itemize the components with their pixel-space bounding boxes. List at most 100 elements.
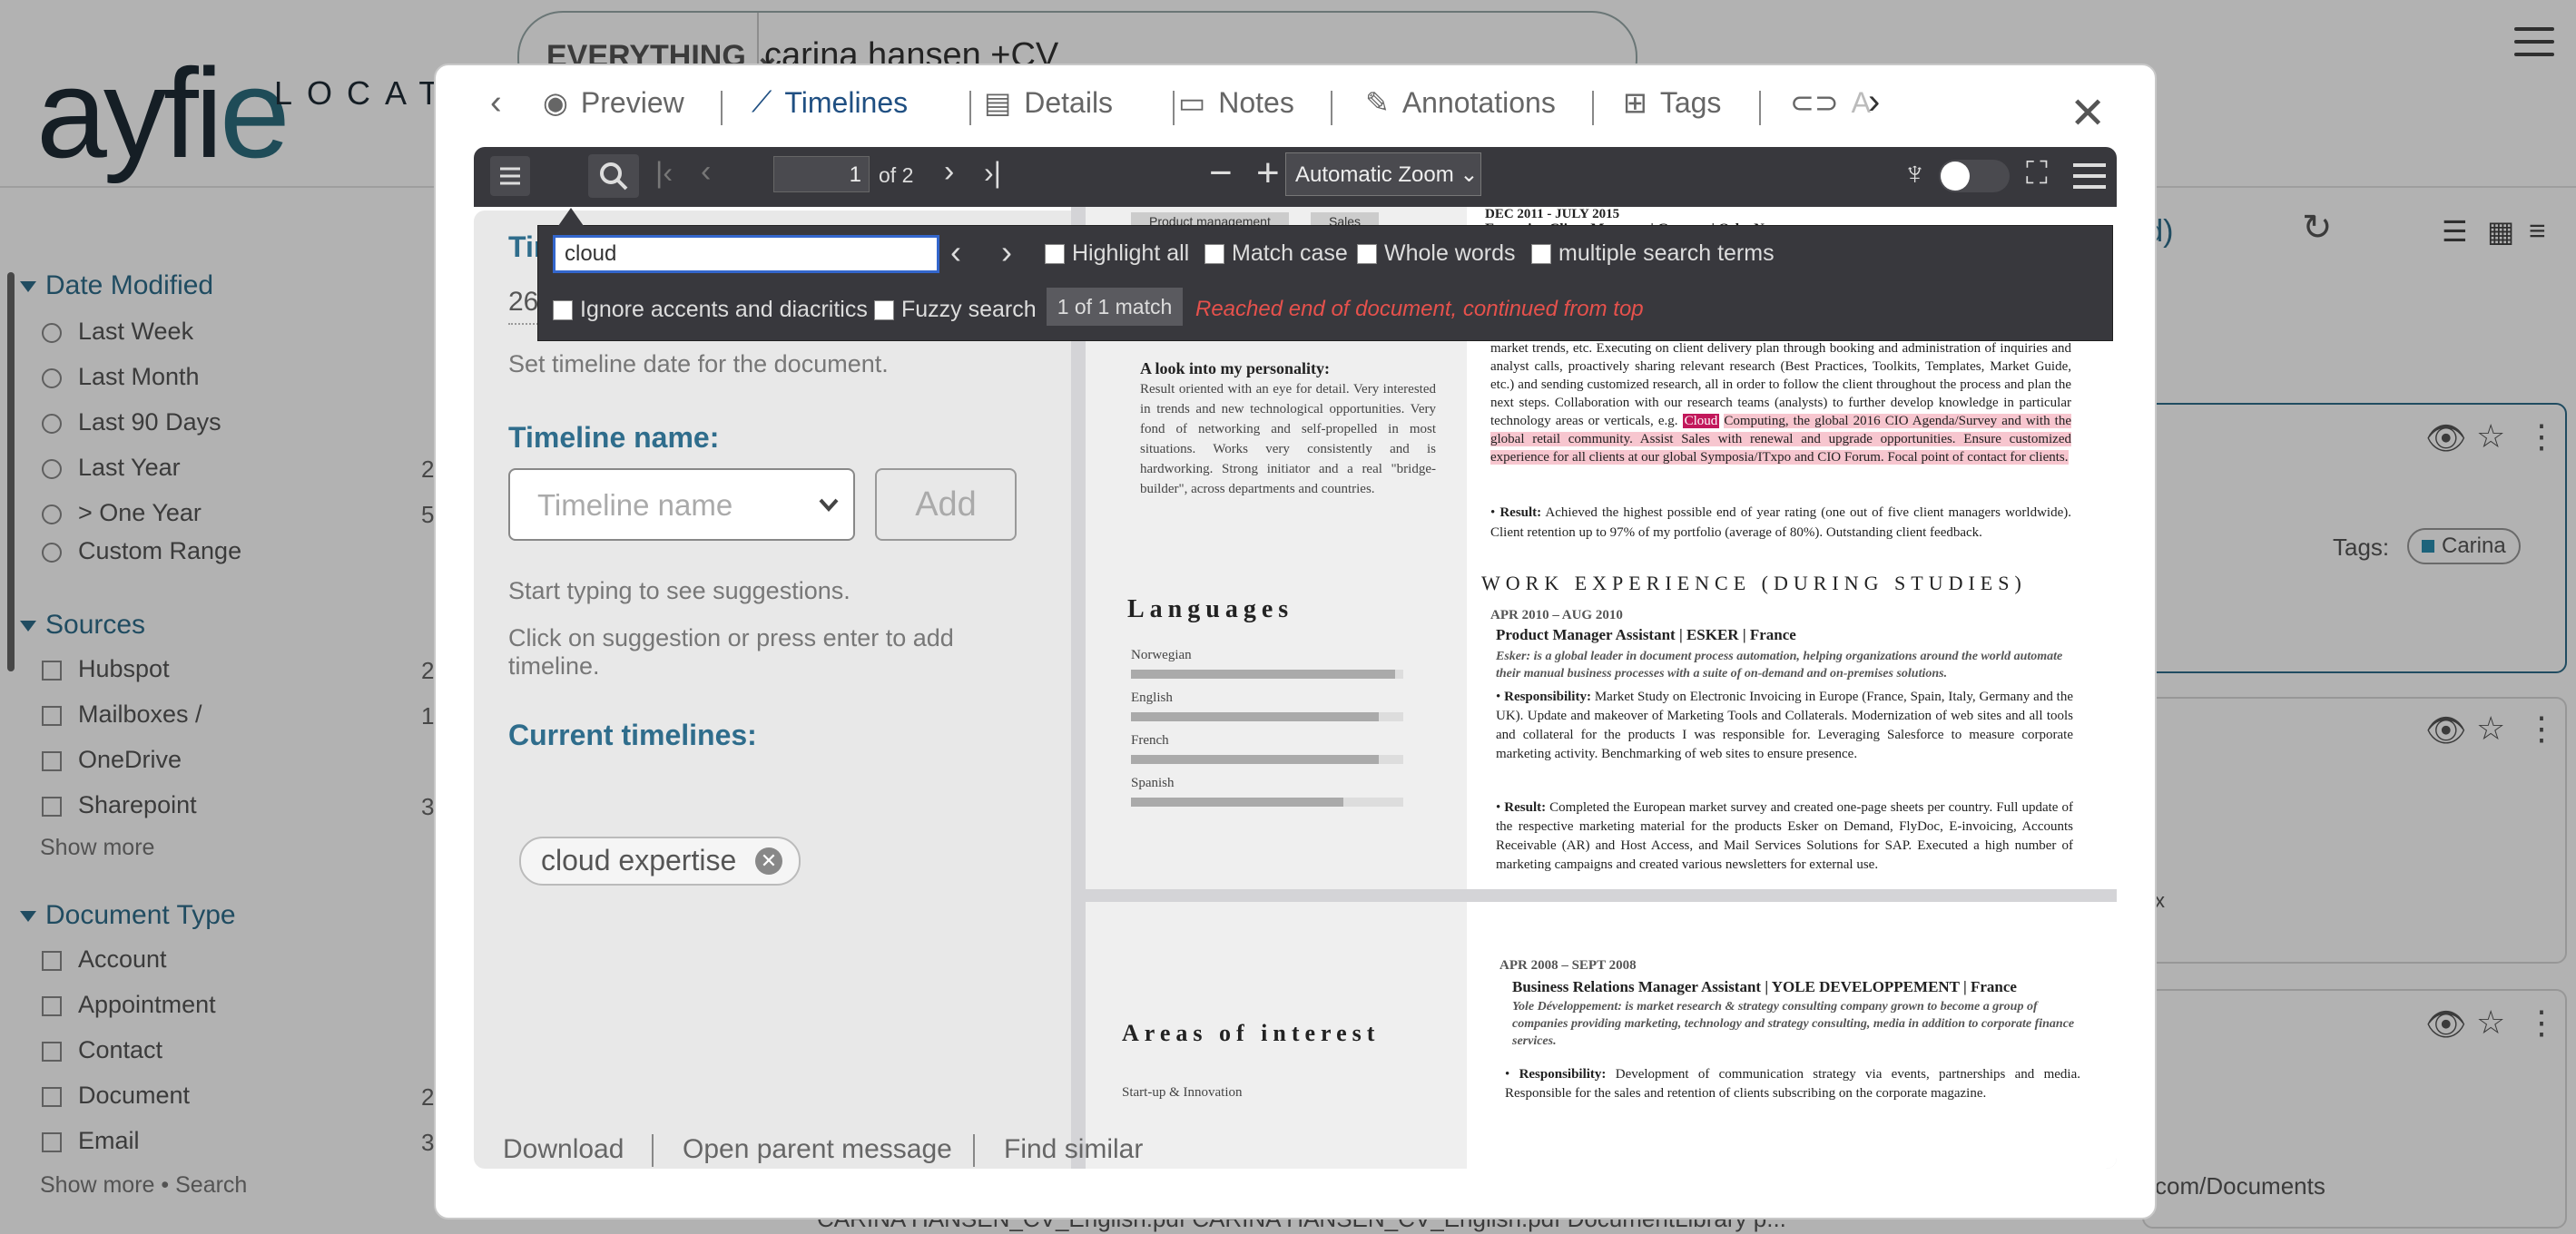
find-input[interactable]: cloud	[553, 235, 939, 273]
tab-separator	[1759, 91, 1761, 125]
highlighter-icon: ✎	[1365, 86, 1390, 119]
ignore-accents-checkbox[interactable]: Ignore accents and diacritics	[553, 297, 868, 323]
find-status-message: Reached end of document, continued from …	[1195, 297, 1644, 321]
last-page-icon[interactable]: ›|	[984, 156, 1001, 190]
find-next-icon[interactable]: ›	[1001, 233, 1012, 271]
language-bar-level	[1131, 712, 1379, 721]
search-highlight: Cloud	[1682, 414, 1720, 428]
tab-notes[interactable]: ▭ Notes	[1178, 85, 1294, 120]
tab-separator	[1331, 91, 1332, 125]
cv-responsibility-text: market trends, etc. Executing on client …	[1490, 341, 2071, 465]
pdf-find-bar: cloud ‹ › Highlight all Match case Whole…	[537, 208, 2113, 341]
find-toggle-icon[interactable]	[588, 154, 639, 198]
language-bar-level	[1131, 755, 1379, 764]
chevron-down-icon	[819, 498, 839, 512]
cv-languages-title: Languages	[1127, 595, 1294, 623]
language-name: Spanish	[1131, 776, 1175, 790]
eye-icon: ◉	[543, 86, 568, 119]
cv-work-responsibility: • Responsibility: Market Study on Electr…	[1496, 690, 2073, 761]
add-timeline-button[interactable]: Add	[875, 468, 1017, 541]
current-timelines-title: Current timelines:	[508, 719, 757, 751]
zoom-select[interactable]: Automatic Zoom ⌄	[1285, 152, 1481, 196]
language-name: English	[1131, 690, 1173, 705]
highlighter-icon[interactable]: ♆	[1903, 154, 1927, 192]
whole-words-checkbox[interactable]: Whole words	[1357, 240, 1516, 267]
timeline-name-input[interactable]: Timeline name	[508, 468, 808, 541]
cv-personality-text: Result oriented with an eye for detail. …	[1140, 382, 1436, 496]
pdf-page-2: Areas of interest Start-up & Innovation …	[1086, 902, 2117, 1169]
timeline-help-1: Start typing to see suggestions.	[508, 577, 850, 604]
tabs-next-icon[interactable]: ›	[1868, 82, 1880, 122]
page-total: of 2	[879, 163, 914, 187]
tools-menu-icon[interactable]	[2071, 160, 2108, 197]
timeline-chip: cloud expertise ✕	[519, 837, 801, 886]
tab-details[interactable]: ▤ Details	[984, 85, 1113, 120]
cv-work-dates: APR 2010 – AUG 2010	[1490, 608, 1623, 622]
pdf-toolbar: |‹ ‹ 1 of 2 › ›| − + Automatic Zoom ⌄ ♆ …	[474, 147, 2117, 207]
tab-separator	[969, 91, 971, 125]
note-icon: ▭	[1178, 86, 1206, 119]
tab-separator	[1592, 91, 1594, 125]
tab-separator	[1173, 91, 1175, 125]
first-page-icon[interactable]: |‹	[655, 156, 673, 190]
cv-work-result: • Result: Completed the European market …	[1496, 800, 2073, 872]
toggle-knob	[1941, 162, 1970, 191]
prev-page-icon[interactable]: ‹	[701, 154, 711, 190]
tab-annotations[interactable]: ✎ Annotations	[1365, 85, 1556, 120]
highlight-all-checkbox[interactable]: Highlight all	[1045, 240, 1189, 267]
timeline-name-title: Timeline name:	[508, 421, 720, 454]
cv-areas-title: Areas of interest	[1122, 1020, 1381, 1046]
document-icon: ▤	[984, 86, 1012, 119]
theme-toggle[interactable]	[1939, 160, 2010, 192]
cv-work-role: Product Manager Assistant | ESKER | Fran…	[1496, 626, 1796, 643]
footer-separator	[973, 1134, 975, 1167]
pdf-viewer[interactable]: Product management Sales A look into my …	[1071, 207, 2117, 1169]
cv-area-item: Start-up & Innovation	[1122, 1085, 1243, 1100]
find-similar-link[interactable]: Find similar	[1004, 1134, 1143, 1165]
timeline-icon: ⟋	[752, 85, 772, 118]
tab-attachments[interactable]: ⊂⊃ A	[1790, 85, 1871, 120]
match-case-checkbox[interactable]: Match case	[1204, 240, 1348, 267]
sidebar-toggle-icon[interactable]	[490, 156, 530, 196]
close-icon[interactable]: ✕	[2070, 93, 2106, 136]
language-bar-level	[1131, 798, 1343, 807]
timeline-help-2: Click on suggestion or press enter to ad…	[508, 624, 954, 680]
cv-job-dates: DEC 2011 - JULY 2015	[1485, 207, 1620, 221]
tab-separator	[721, 91, 723, 125]
zoom-in-icon[interactable]: +	[1256, 151, 1280, 196]
cv-job2-responsibility: • Responsibility: Development of communi…	[1505, 1067, 2081, 1101]
timeline-panel: Tir 26 Set timeline date for the documen…	[474, 211, 1071, 1169]
cv-work-desc: Esker: is a global leader in document pr…	[1496, 650, 2063, 681]
remove-chip-icon[interactable]: ✕	[755, 847, 782, 875]
language-name: Norwegian	[1131, 648, 1192, 662]
footer-separator	[652, 1134, 654, 1167]
tab-tags[interactable]: ⊞ Tags	[1623, 85, 1721, 120]
tab-preview[interactable]: ◉ Preview	[543, 85, 684, 120]
cv-work-title: WORK EXPERIENCE (DURING STUDIES)	[1481, 572, 2027, 594]
tabs-prev-icon[interactable]: ‹	[490, 83, 502, 122]
cv-personality-title: A look into my personality:	[1140, 359, 1331, 377]
fullscreen-icon[interactable]: ⛶	[2026, 156, 2048, 191]
cv-job2-role: Business Relations Manager Assistant | Y…	[1512, 978, 2017, 995]
timeline-chip-label: cloud expertise	[541, 844, 737, 877]
open-parent-link[interactable]: Open parent message	[683, 1134, 952, 1165]
timeline-date-help: Set timeline date for the document.	[508, 350, 889, 377]
link-icon: ⊂⊃	[1790, 86, 1839, 119]
findbar-arrow	[558, 208, 584, 226]
download-link[interactable]: Download	[503, 1134, 624, 1165]
timeline-dropdown-button[interactable]	[804, 468, 855, 541]
tab-timelines[interactable]: ⟋ Timelines	[752, 85, 908, 120]
language-bar-level	[1131, 670, 1395, 679]
next-page-icon[interactable]: ›	[944, 154, 954, 190]
fuzzy-search-checkbox[interactable]: Fuzzy search	[874, 297, 1037, 323]
multiple-terms-checkbox[interactable]: multiple search terms	[1531, 240, 1775, 267]
page-number-input[interactable]: 1	[773, 156, 870, 192]
cv-result-text: • Result: Achieved the highest possible …	[1490, 505, 2071, 540]
timeline-date-input[interactable]: 26	[508, 287, 538, 318]
language-name: French	[1131, 733, 1169, 748]
tag-add-icon: ⊞	[1623, 86, 1647, 119]
cv-job2-dates: APR 2008 – SEPT 2008	[1499, 958, 1637, 973]
modal-tabbar: ‹ ◉ Preview ⟋ Timelines ▤ Details ▭ Notes ✎ A…	[436, 65, 2155, 147]
zoom-out-icon[interactable]: −	[1209, 151, 1233, 196]
find-prev-icon[interactable]: ‹	[950, 233, 961, 271]
